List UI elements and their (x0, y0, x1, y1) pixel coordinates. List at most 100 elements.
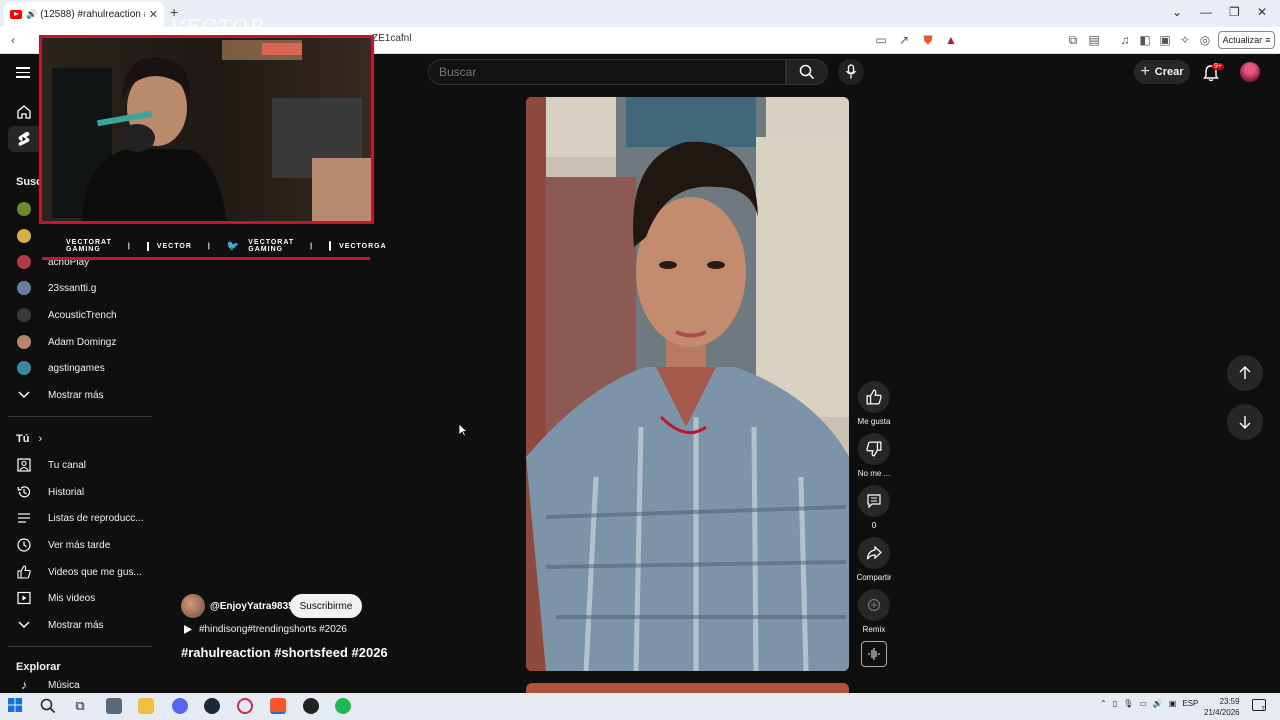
reader-icon[interactable]: ▤ (1087, 33, 1101, 47)
vpn-icon[interactable]: ◎ (1198, 33, 1212, 47)
next-short-button[interactable] (1227, 404, 1263, 440)
twitch-icon (146, 241, 149, 251)
search-input[interactable] (439, 65, 759, 79)
like-button[interactable]: Me gusta (856, 381, 892, 426)
notification-badge: 9+ (1212, 63, 1224, 70)
windows-start-icon[interactable] (8, 698, 24, 714)
playlist-icon (16, 510, 32, 526)
leo-ai-icon[interactable]: ✧ (1178, 33, 1192, 47)
steam-icon[interactable] (204, 698, 220, 714)
update-button[interactable]: Actualizar ≡ (1218, 31, 1275, 49)
close-tab-icon[interactable]: ✕ (149, 8, 158, 21)
task-view-icon[interactable]: ⧉ (72, 698, 88, 714)
tab-title: (12588) #rahulreaction #shor (40, 9, 145, 20)
minimize-icon[interactable]: — (1200, 5, 1212, 19)
obs-icon[interactable] (303, 698, 319, 714)
youtube-favicon-icon (10, 10, 22, 19)
like-icon (16, 564, 32, 580)
cast-icon[interactable]: ▭ (874, 33, 888, 47)
voice-search-button[interactable] (838, 59, 864, 85)
show-more-you[interactable]: Mostrar más (0, 612, 152, 638)
share-icon (866, 545, 882, 560)
channel-avatar-icon (17, 281, 31, 295)
sidebar-item-your-channel[interactable]: Tu canal (0, 452, 152, 478)
brave-icon[interactable] (270, 698, 286, 714)
search-button[interactable] (786, 59, 828, 85)
arrow-down-icon (1239, 416, 1251, 429)
comment-icon (867, 494, 881, 509)
wallet-icon[interactable]: ▣ (1158, 33, 1172, 47)
channel-name: Adam Domingz (48, 336, 117, 348)
brave-rewards-icon[interactable]: ▲ (944, 33, 958, 47)
chevron-up-icon[interactable]: ⌃ (1100, 699, 1107, 708)
guide-menu-button[interactable] (16, 64, 32, 80)
share-button[interactable]: Compartir (856, 537, 892, 582)
maximize-icon[interactable]: ❐ (1229, 5, 1240, 19)
arrow-up-icon (1239, 366, 1251, 379)
close-window-icon[interactable]: ✕ (1257, 5, 1267, 19)
taskbar-app-icon[interactable] (106, 698, 122, 714)
next-short-preview[interactable] (526, 683, 849, 693)
tray-volume-icon[interactable]: 🔊 (1153, 699, 1163, 708)
taskbar-clock[interactable]: 23:59 21/4/2026 (1204, 696, 1240, 718)
sidebar-toggle-icon[interactable]: ◧ (1138, 33, 1152, 47)
banner-underline (42, 257, 370, 260)
search-box[interactable] (428, 59, 786, 85)
streamer-webcam-image (42, 38, 371, 221)
tray-network-icon[interactable]: ▭ (1139, 699, 1147, 708)
windows-taskbar (0, 693, 1280, 720)
back-icon[interactable]: ‹ (6, 33, 20, 47)
comments-button[interactable]: 0 (856, 485, 892, 530)
tab-search-icon[interactable]: ⌄ (1172, 5, 1182, 19)
dislike-button[interactable]: No me ... (856, 433, 892, 478)
media-icon[interactable]: ♫ (1118, 33, 1132, 47)
vector-logo: VECTOR (170, 15, 266, 39)
create-button[interactable]: + Crear (1134, 60, 1190, 84)
sound-button[interactable] (856, 641, 892, 667)
short-video-player[interactable] (526, 97, 849, 671)
remix-button[interactable]: Remix (856, 589, 892, 634)
brave-shield-icon[interactable]: ⛊ (921, 33, 935, 47)
sidebar-item-history[interactable]: Historial (0, 479, 152, 505)
menu-icon: ≡ (1265, 35, 1271, 45)
song-row[interactable]: #hindisong#trendingshorts #2026 (183, 624, 347, 635)
spotify-icon[interactable] (335, 698, 351, 714)
url-text[interactable]: ZE1cafnl (372, 33, 411, 44)
sidebar-channel-item[interactable]: Adam Domingz (0, 329, 152, 355)
tray-mic-icon[interactable]: 🎙 (1123, 699, 1133, 708)
short-channel-name[interactable]: @EnjoyYatra9835 (210, 601, 294, 612)
sidebar-channel-item[interactable]: AcousticTrench (0, 302, 152, 328)
browser-tab[interactable]: 🔊 (12588) #rahulreaction #shor ✕ (4, 2, 164, 27)
sidebar-channel-item[interactable]: agstingames (0, 355, 152, 381)
sidebar-item-liked-videos[interactable]: Videos que me gus... (0, 559, 152, 585)
sidebar-item-music[interactable]: ♪ Música (0, 677, 152, 693)
home-icon (16, 104, 32, 120)
channel-avatar-icon (17, 229, 31, 243)
short-channel-avatar[interactable] (181, 594, 205, 618)
audio-wave-icon (868, 648, 880, 660)
opera-icon[interactable] (237, 698, 253, 714)
sidebar-channel-item[interactable]: 23ssantti.g (0, 275, 152, 301)
language-indicator[interactable]: ESP (1182, 699, 1198, 708)
short-title[interactable]: #rahulreaction #shortsfeed #2026 (181, 645, 388, 660)
chevron-right-icon: › (38, 433, 43, 445)
show-more-subscriptions[interactable]: Mostrar más (0, 382, 152, 408)
sidebar-item-playlists[interactable]: Listas de reproducc... (0, 505, 152, 531)
sidebar-item-my-videos[interactable]: Mis videos (0, 585, 152, 611)
previous-short-button[interactable] (1227, 355, 1263, 391)
you-heading[interactable]: Tú › (16, 433, 42, 445)
subscribe-button[interactable]: Suscribirme (290, 594, 362, 618)
tray-device-icon[interactable]: ▯ (1113, 699, 1117, 708)
taskbar-search-icon[interactable] (40, 698, 56, 714)
remix-icon (867, 598, 881, 612)
share-page-icon[interactable]: ↗ (897, 33, 911, 47)
sidebar-item-watch-later[interactable]: Ver más tarde (0, 532, 152, 558)
discord-icon[interactable] (172, 698, 188, 714)
channel-avatar-icon (17, 308, 31, 322)
file-explorer-icon[interactable] (138, 698, 154, 714)
extensions-icon[interactable]: ⧉ (1066, 33, 1080, 47)
tray-extra-icon[interactable]: ▣ (1169, 699, 1177, 708)
account-avatar[interactable] (1240, 62, 1260, 82)
short-video-frame (526, 97, 849, 671)
shorts-icon (16, 131, 32, 147)
